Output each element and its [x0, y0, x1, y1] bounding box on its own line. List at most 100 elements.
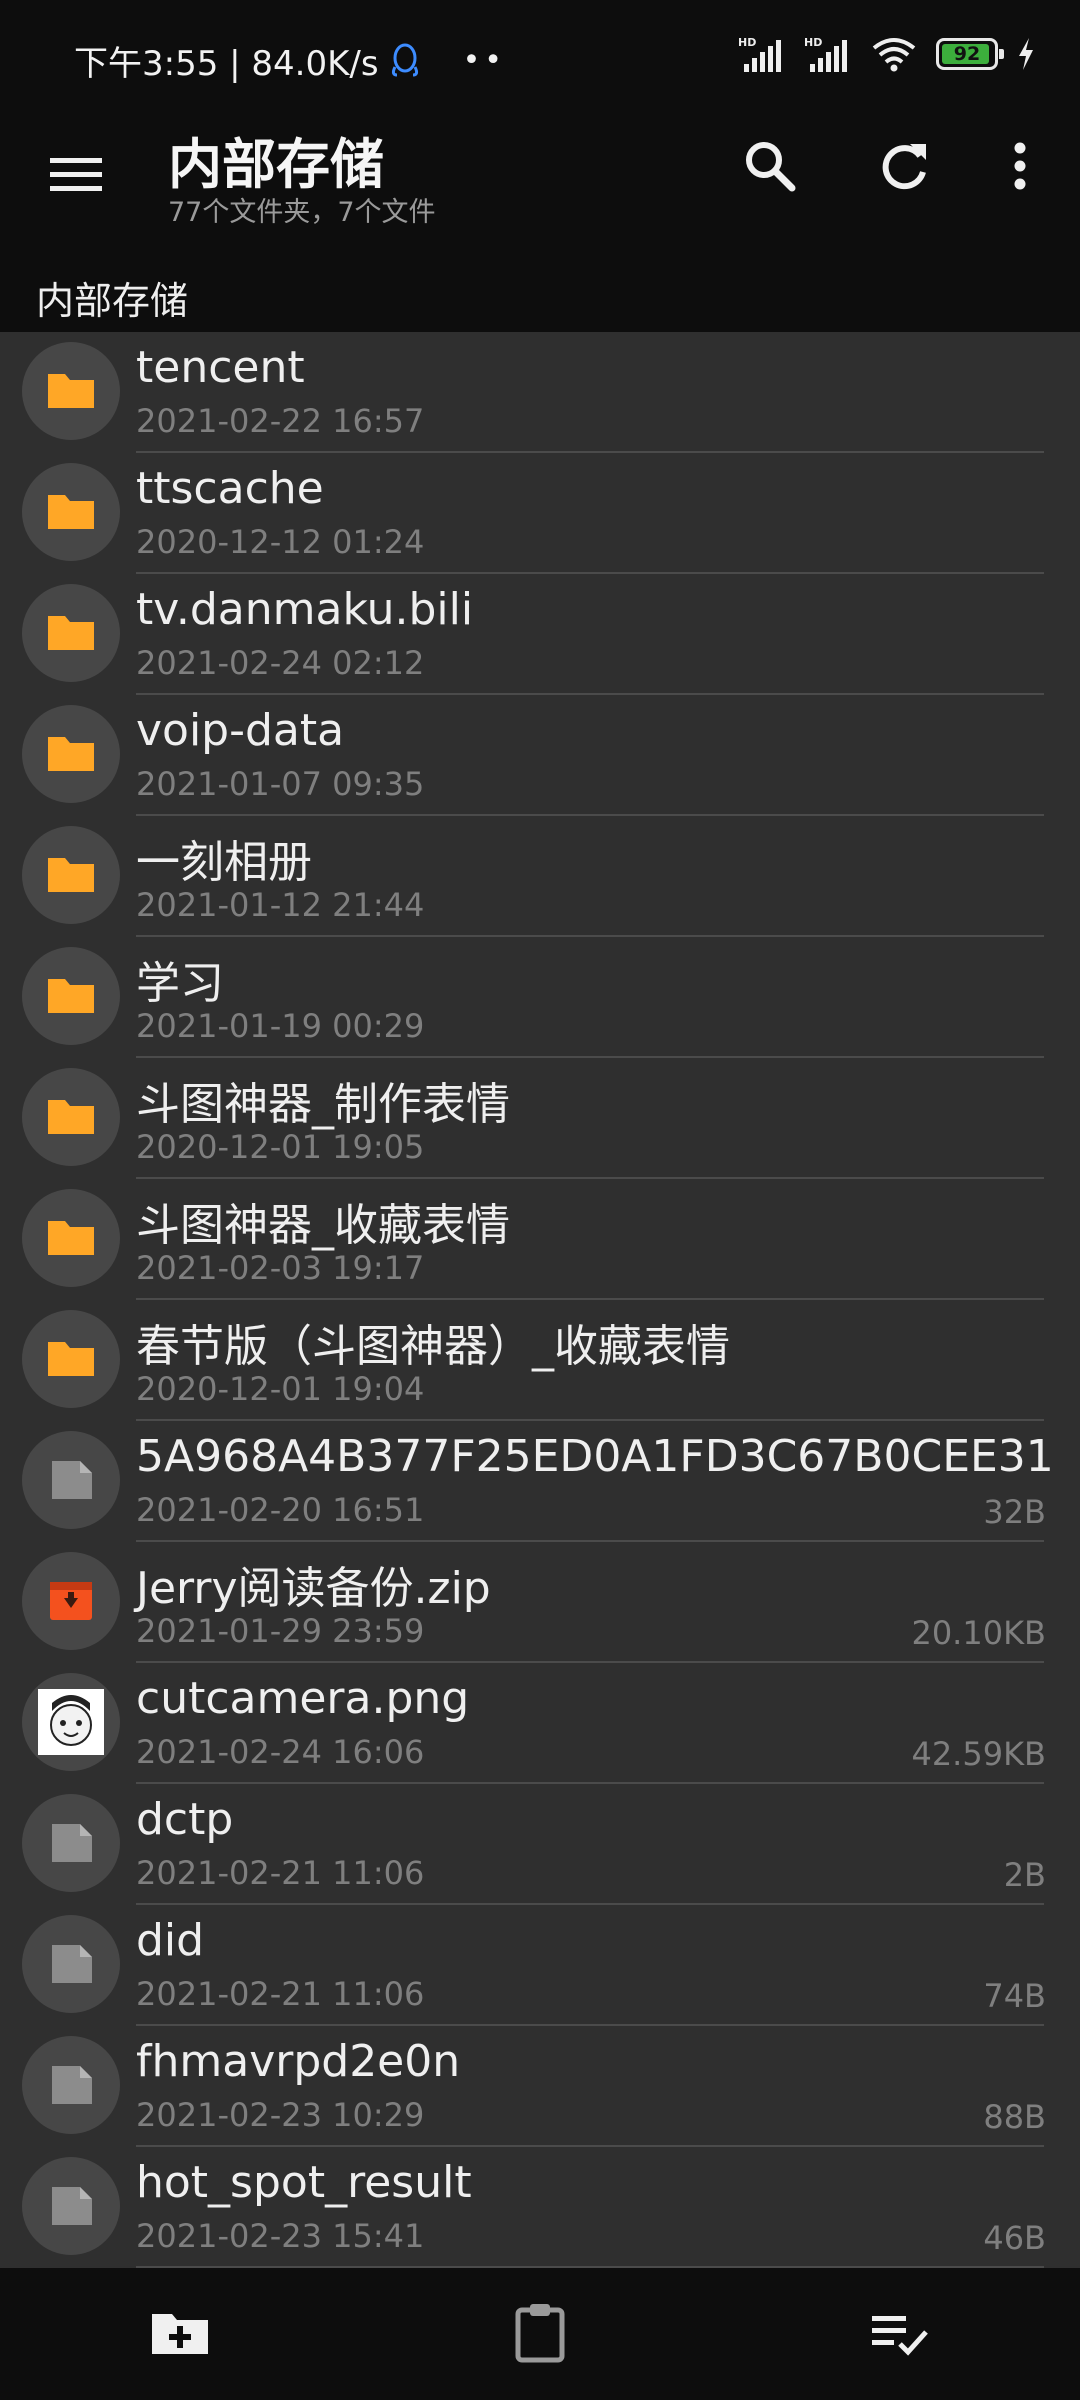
- file-date: 2021-02-20 16:51: [136, 1491, 425, 1529]
- file-date: 2021-01-07 09:35: [136, 765, 425, 803]
- new-folder-icon[interactable]: [148, 2300, 212, 2364]
- status-bar: 下午3:55 | 84.0K/s •• HD HD 92: [0, 0, 1080, 118]
- file-size: 74B: [983, 1977, 1046, 2015]
- select-all-icon[interactable]: [868, 2300, 932, 2364]
- battery-level: 92: [953, 43, 981, 65]
- file-list-item[interactable]: voip-data 2021-01-07 09:35: [0, 695, 1080, 816]
- image-thumbnail: [38, 1689, 104, 1755]
- file-name: voip-data: [136, 705, 345, 756]
- file-list-item[interactable]: tv.danmaku.bili 2021-02-24 02:12: [0, 574, 1080, 695]
- file-list-item[interactable]: dctp 2021-02-21 11:06 2B: [0, 1784, 1080, 1905]
- file-date: 2020-12-12 01:24: [136, 523, 425, 561]
- file-list: tencent 2021-02-22 16:57 ttscache 2020-12-1…: [0, 332, 1080, 2268]
- folder-icon: [44, 1090, 98, 1144]
- file-list-item[interactable]: ttscache 2020-12-12 01:24: [0, 453, 1080, 574]
- file-date: 2021-02-23 15:41: [136, 2217, 425, 2255]
- file-size: 46B: [983, 2219, 1046, 2257]
- file-avatar[interactable]: [22, 584, 120, 682]
- file-list-item[interactable]: fhmavrpd2e0n 2021-02-23 10:29 88B: [0, 2026, 1080, 2147]
- file-size: 32B: [983, 1493, 1046, 1531]
- file-name: Jerry阅读备份.zip: [136, 1563, 491, 1614]
- file-avatar[interactable]: [22, 1189, 120, 1287]
- file-icon: [44, 1816, 98, 1870]
- refresh-icon[interactable]: [872, 134, 936, 198]
- file-icon: [44, 1453, 98, 1507]
- file-icon: [44, 2058, 98, 2112]
- file-name: 一刻相册: [136, 837, 312, 888]
- file-date: 2021-01-12 21:44: [136, 886, 425, 924]
- file-list-item[interactable]: 斗图神器_制作表情 2020-12-01 19:05: [0, 1058, 1080, 1179]
- breadcrumb[interactable]: 内部存储: [36, 270, 188, 325]
- menu-icon[interactable]: [46, 144, 106, 204]
- file-icon: [44, 1937, 98, 1991]
- folder-icon: [44, 969, 98, 1023]
- file-list-item[interactable]: 春节版（斗图神器）_收藏表情 2020-12-01 19:04: [0, 1300, 1080, 1421]
- file-size: 42.59KB: [911, 1735, 1046, 1773]
- file-name: 5A968A4B377F25ED0A1FD3C67B0CEE31: [136, 1431, 1054, 1482]
- file-list-item[interactable]: 一刻相册 2021-01-12 21:44: [0, 816, 1080, 937]
- folder-icon: [44, 485, 98, 539]
- file-date: 2021-01-29 23:59: [136, 1612, 425, 1650]
- file-name: 春节版（斗图神器）_收藏表情: [136, 1321, 730, 1372]
- file-list-item[interactable]: 学习 2021-01-19 00:29: [0, 937, 1080, 1058]
- file-size: 20.10KB: [911, 1614, 1046, 1652]
- file-list-item[interactable]: hot_spot_result 2021-02-23 15:41 46B: [0, 2147, 1080, 2268]
- file-avatar[interactable]: [22, 947, 120, 1045]
- file-avatar[interactable]: [22, 1068, 120, 1166]
- file-date: 2021-02-21 11:06: [136, 1854, 425, 1892]
- search-icon[interactable]: [738, 134, 802, 198]
- file-list-item[interactable]: 斗图神器_收藏表情 2021-02-03 19:17: [0, 1179, 1080, 1300]
- page-title: 内部存储: [168, 133, 384, 196]
- svg-text:HD: HD: [738, 36, 756, 49]
- signal-hd-1-icon: HD: [738, 36, 781, 72]
- app-toolbar: 内部存储 77个文件夹，7个文件 内部存储: [0, 118, 1080, 332]
- more-options-icon[interactable]: [988, 134, 1052, 198]
- folder-file-count: 77个文件夹，7个文件: [168, 197, 436, 228]
- file-avatar[interactable]: [22, 705, 120, 803]
- file-name: 学习: [136, 958, 224, 1009]
- file-avatar[interactable]: [22, 1310, 120, 1408]
- file-avatar[interactable]: [22, 1673, 120, 1771]
- qq-icon: [391, 43, 418, 76]
- status-left: 下午3:55 | 84.0K/s ••: [74, 36, 506, 85]
- file-name: dctp: [136, 1794, 234, 1845]
- folder-icon: [44, 727, 98, 781]
- folder-icon: [44, 848, 98, 902]
- svg-text:HD: HD: [804, 36, 822, 49]
- time-speed: 下午3:55 | 84.0K/s: [74, 44, 379, 84]
- wifi-icon: [872, 38, 916, 72]
- file-name: 斗图神器_制作表情: [136, 1079, 510, 1130]
- file-avatar[interactable]: [22, 1794, 120, 1892]
- file-date: 2020-12-01 19:05: [136, 1128, 425, 1166]
- file-avatar[interactable]: [22, 1431, 120, 1529]
- file-avatar[interactable]: [22, 342, 120, 440]
- file-name: ttscache: [136, 463, 324, 514]
- file-name: did: [136, 1915, 205, 1966]
- file-avatar[interactable]: [22, 463, 120, 561]
- file-date: 2021-02-03 19:17: [136, 1249, 425, 1287]
- clipboard-icon[interactable]: [508, 2300, 572, 2364]
- file-avatar[interactable]: [22, 826, 120, 924]
- signal-hd-2-icon: HD: [804, 36, 847, 72]
- file-size: 2B: [1003, 1856, 1046, 1894]
- file-date: 2021-01-19 00:29: [136, 1007, 425, 1045]
- file-name: 斗图神器_收藏表情: [136, 1200, 510, 1251]
- file-date: 2021-02-24 02:12: [136, 644, 425, 682]
- folder-icon: [44, 364, 98, 418]
- file-name: tencent: [136, 342, 305, 393]
- file-list-item[interactable]: tencent 2021-02-22 16:57: [0, 332, 1080, 453]
- more-notifications-dots: ••: [462, 43, 506, 78]
- file-avatar[interactable]: [22, 1915, 120, 2013]
- file-avatar[interactable]: [22, 2157, 120, 2255]
- file-list-item[interactable]: 5A968A4B377F25ED0A1FD3C67B0CEE31 2021-02-…: [0, 1421, 1080, 1542]
- file-list-item[interactable]: cutcamera.png 2021-02-24 16:06 42.59KB: [0, 1663, 1080, 1784]
- file-name: tv.danmaku.bili: [136, 584, 474, 635]
- file-name: cutcamera.png: [136, 1673, 470, 1724]
- file-list-item[interactable]: Jerry阅读备份.zip 2021-01-29 23:59 20.10KB: [0, 1542, 1080, 1663]
- file-list-item[interactable]: did 2021-02-21 11:06 74B: [0, 1905, 1080, 2026]
- folder-icon: [44, 606, 98, 660]
- file-avatar[interactable]: [22, 2036, 120, 2134]
- file-avatar[interactable]: [22, 1552, 120, 1650]
- file-icon: [44, 2179, 98, 2233]
- file-name: fhmavrpd2e0n: [136, 2036, 461, 2087]
